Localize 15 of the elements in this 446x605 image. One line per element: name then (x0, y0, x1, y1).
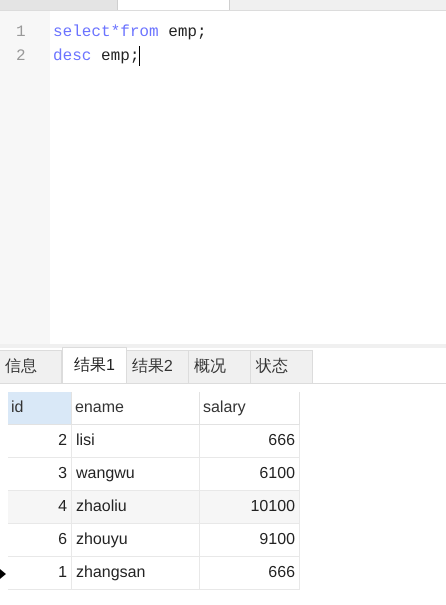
column-header[interactable]: id (8, 392, 72, 425)
result-tab[interactable]: 状态 (250, 350, 313, 383)
table-cell: 1 (8, 557, 72, 590)
code-line: select*from emp; (53, 22, 207, 43)
result-tab[interactable]: 结果1 (62, 347, 127, 383)
line-number: 1 (15, 22, 27, 43)
result-tab[interactable]: 概况 (188, 350, 251, 383)
result-tab[interactable]: 信息 (0, 350, 62, 383)
column-header[interactable]: ename (72, 392, 200, 425)
table-cell: zhangsan (72, 557, 200, 590)
code-line: desc emp; (53, 46, 140, 67)
column-header[interactable]: salary (200, 392, 300, 425)
result-tab[interactable]: 结果2 (126, 350, 189, 383)
line-number: 2 (15, 46, 27, 67)
table-cell: 666 (200, 557, 300, 590)
